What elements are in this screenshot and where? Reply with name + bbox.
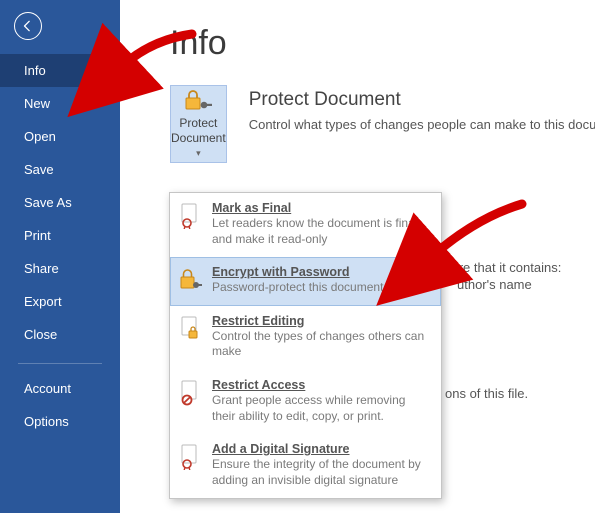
protect-section-desc: Control what types of changes people can… [249,117,595,132]
backstage-sidebar: Info New Open Save Save As Print Share E… [0,0,120,513]
lock-key-icon [184,88,212,112]
protect-document-dropdown: Mark as Final Let readers know the docum… [169,192,442,499]
sidebar-item-account[interactable]: Account [0,372,120,405]
protect-section: Protect Document ▾ Protect Document Cont… [170,85,595,163]
menu-item-sub: Control the types of changes others can … [212,329,431,360]
doc-restrict-icon [180,380,202,406]
menu-item-sub: Grant people access while removing their… [212,393,431,424]
inspect-document-fragment: vare that it contains: uthor's name ons … [445,260,595,401]
menu-item-restrict-editing[interactable]: Restrict Editing Control the types of ch… [170,306,441,370]
menu-item-title: Encrypt with Password [212,265,431,279]
sidebar-item-new[interactable]: New [0,87,120,120]
menu-item-mark-as-final[interactable]: Mark as Final Let readers know the docum… [170,193,441,257]
sidebar-item-print[interactable]: Print [0,219,120,252]
menu-item-title: Restrict Editing [212,314,431,328]
doc-lock-icon [180,316,202,342]
sidebar-item-export[interactable]: Export [0,285,120,318]
aside-line1: vare that it contains: [445,260,595,275]
ribbon-icon [180,203,202,229]
menu-item-sub: Let readers know the document is final a… [212,216,431,247]
doc-sign-icon [180,444,202,470]
aside-line2: ons of this file. [445,386,595,401]
menu-item-title: Mark as Final [212,201,431,215]
sidebar-item-save-as[interactable]: Save As [0,186,120,219]
menu-item-title: Add a Digital Signature [212,442,431,456]
lock-key-icon [180,267,202,293]
back-button[interactable] [14,12,42,40]
sidebar-item-save[interactable]: Save [0,153,120,186]
protect-button-label: Protect Document ▾ [171,116,226,159]
menu-item-title: Restrict Access [212,378,431,392]
menu-item-add-digital-signature[interactable]: Add a Digital Signature Ensure the integ… [170,434,441,498]
sidebar-item-close[interactable]: Close [0,318,120,351]
back-arrow-icon [21,19,35,33]
menu-item-sub: Ensure the integrity of the document by … [212,457,431,488]
menu-item-encrypt-with-password[interactable]: Encrypt with Password Password-protect t… [170,257,441,306]
protect-section-heading: Protect Document [249,89,595,111]
sidebar-item-info[interactable]: Info [0,54,120,87]
sidebar-item-open[interactable]: Open [0,120,120,153]
page-title: Info [170,24,595,63]
aside-bullet1: uthor's name [445,277,595,292]
menu-item-sub: Password-protect this document [212,280,431,296]
sidebar-separator [18,363,102,364]
sidebar-item-share[interactable]: Share [0,252,120,285]
protect-document-button[interactable]: Protect Document ▾ [170,85,227,163]
menu-item-restrict-access[interactable]: Restrict Access Grant people access whil… [170,370,441,434]
sidebar-item-options[interactable]: Options [0,405,120,438]
